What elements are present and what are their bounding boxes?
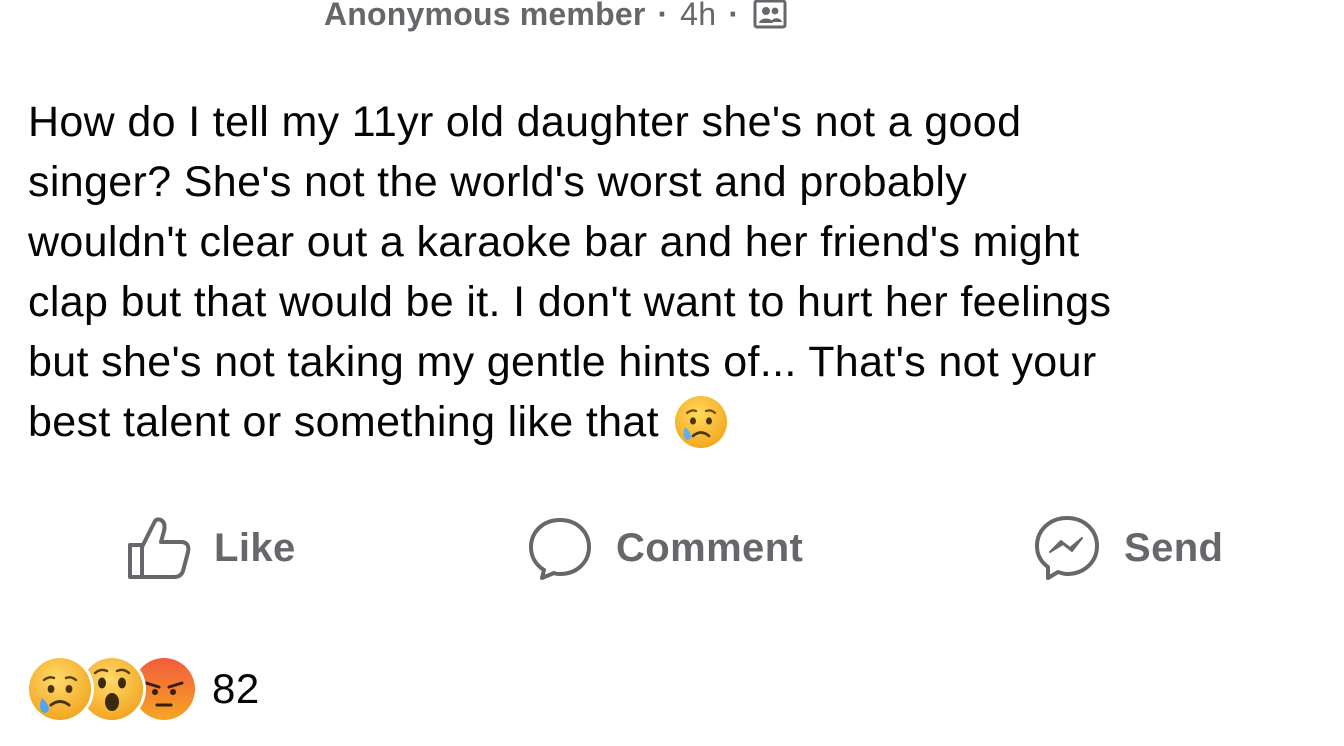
send-label: Send — [1124, 525, 1224, 570]
post-text-line: singer? She's not the world's worst and … — [28, 158, 968, 206]
post-text-line: How do I tell my 11yr old daughter she's… — [28, 98, 1022, 146]
messenger-icon — [1035, 516, 1099, 580]
post-header: Anonymous member · 4h · — [324, 0, 787, 34]
sad-reaction-icon — [26, 655, 94, 723]
post-text-line: best talent or something like that — [28, 398, 659, 446]
reaction-summary[interactable]: 82 — [26, 655, 260, 723]
post-action-bar: Like Comment Send — [0, 505, 1344, 591]
reaction-count[interactable]: 82 — [212, 665, 260, 713]
meta-separator: · — [728, 0, 739, 32]
sad-but-relieved-face-emoji — [674, 396, 727, 448]
author-name[interactable]: Anonymous member — [324, 0, 645, 33]
thumbs-up-icon — [128, 517, 191, 579]
send-button[interactable]: Send — [1032, 505, 1223, 591]
post-text-line-last: best talent or something like that — [28, 392, 1328, 452]
post-text-line: clap but that would be it. I don't want … — [28, 278, 1112, 326]
like-button[interactable]: Like — [124, 505, 296, 591]
comment-button[interactable]: Comment — [526, 505, 803, 591]
comment-label: Comment — [616, 525, 804, 570]
post-text-line: but she's not taking my gentle hints of.… — [28, 338, 1097, 386]
comment-bubble-icon — [529, 518, 591, 580]
like-label: Like — [214, 525, 296, 570]
group-icon — [753, 0, 787, 29]
post-text: How do I tell my 11yr old daughter she's… — [28, 92, 1328, 452]
post-timestamp[interactable]: 4h — [680, 0, 716, 33]
post-text-line: wouldn't clear out a karaoke bar and her… — [28, 218, 1080, 266]
meta-separator: · — [657, 0, 669, 32]
